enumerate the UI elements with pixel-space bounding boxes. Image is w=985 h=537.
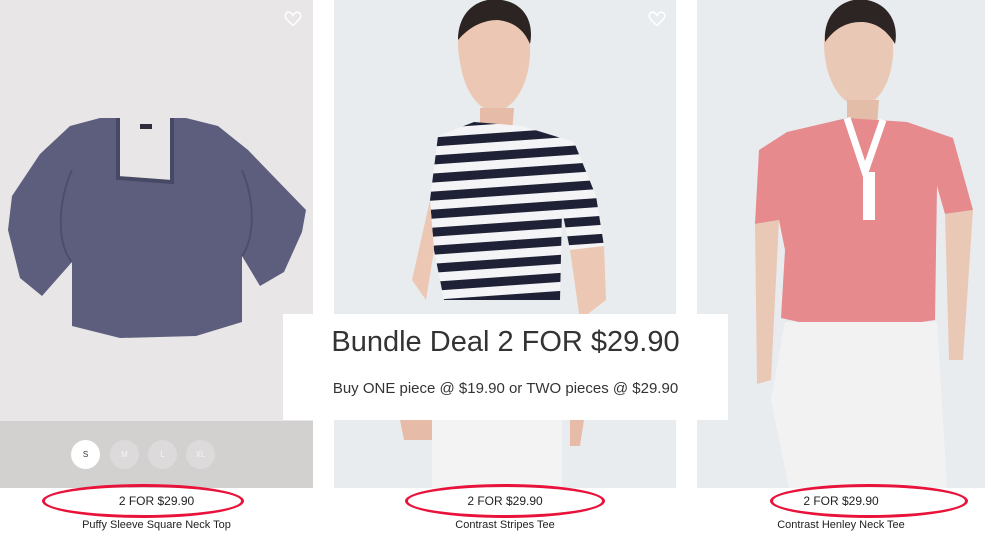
bundle-deal-title: Bundle Deal 2 FOR $29.90: [331, 326, 680, 358]
size-option-m[interactable]: M: [110, 440, 139, 469]
product-price: 2 FOR $29.90: [803, 494, 879, 508]
product-price: 2 FOR $29.90: [467, 494, 543, 508]
product-name[interactable]: Contrast Henley Neck Tee: [697, 519, 985, 531]
size-option-s[interactable]: S: [71, 440, 100, 469]
product-card-contrast-henley-tee[interactable]: 2 FOR $29.90 Contrast Henley Neck Tee: [697, 0, 985, 531]
product-name[interactable]: Puffy Sleeve Square Neck Top: [0, 519, 313, 531]
product-image[interactable]: [697, 0, 985, 488]
wishlist-heart-icon[interactable]: [648, 11, 666, 27]
product-photo-model-henley: [755, 0, 973, 488]
size-option-l[interactable]: L: [148, 440, 177, 469]
product-name[interactable]: Contrast Stripes Tee: [334, 519, 676, 531]
product-photo-top: [8, 118, 306, 338]
bundle-deal-banner: Bundle Deal 2 FOR $29.90 Buy ONE piece @…: [283, 314, 728, 420]
bundle-deal-subtitle: Buy ONE piece @ $19.90 or TWO pieces @ $…: [332, 380, 679, 397]
product-image[interactable]: S M L XL: [0, 0, 313, 488]
size-option-xl[interactable]: XL: [186, 440, 215, 469]
product-card-puffy-sleeve-top[interactable]: S M L XL 2 FOR $29.90 Puffy Sleeve Squar…: [0, 0, 313, 531]
wishlist-heart-icon[interactable]: [284, 11, 302, 27]
size-selector: S M L XL: [0, 421, 313, 488]
product-price: 2 FOR $29.90: [118, 494, 195, 508]
